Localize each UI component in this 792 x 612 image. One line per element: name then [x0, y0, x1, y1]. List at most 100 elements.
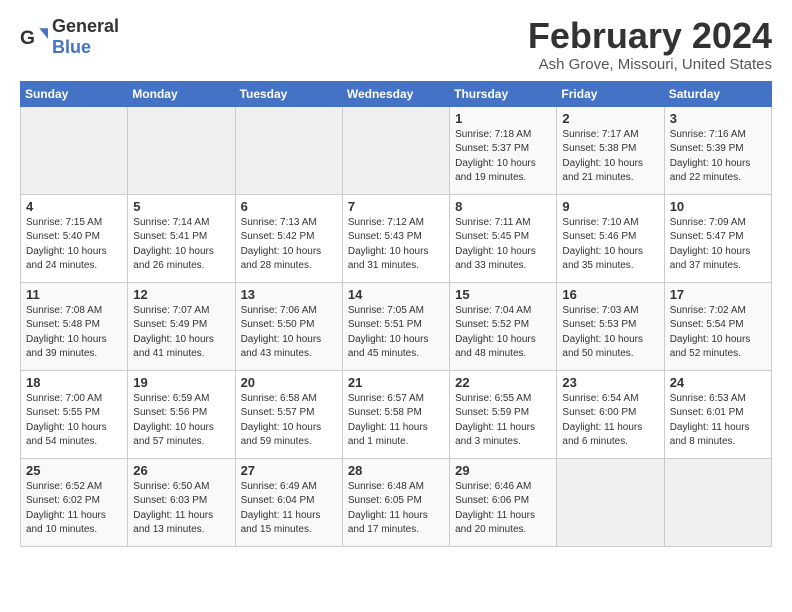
calendar-cell: 26 Sunrise: 6:50 AM Sunset: 6:03 PM Dayli… [128, 458, 235, 546]
day-info: Sunrise: 6:57 AM Sunset: 5:58 PM Dayligh… [348, 392, 444, 450]
header-day-friday: Friday [557, 81, 664, 106]
calendar-cell [557, 458, 664, 546]
calendar-cell: 7 Sunrise: 7:12 AM Sunset: 5:43 PM Daylig… [342, 194, 449, 282]
calendar-cell: 29Sunrise: 6:46 AM Sunset: 6:06 PM Dayli… [450, 458, 557, 546]
day-number: 1 [455, 111, 551, 126]
day-info: Sunrise: 6:58 AM Sunset: 5:57 PM Dayligh… [241, 392, 337, 450]
day-number: 6 [241, 199, 337, 214]
calendar-cell: 5Sunrise: 7:14 AM Sunset: 5:41 PM Daylig… [128, 194, 235, 282]
day-number: 14 [348, 287, 444, 302]
day-info: Sunrise: 7:07 AM Sunset: 5:49 PM Dayligh… [133, 304, 229, 362]
calendar-cell: 19 Sunrise: 6:59 AM Sunset: 5:56 PM Dayli… [128, 370, 235, 458]
calendar-cell: 27 Sunrise: 6:49 AM Sunset: 6:04 PM Dayli… [235, 458, 342, 546]
calendar-header-row: SundayMondayTuesdayWednesdayThursdayFrid… [21, 81, 772, 106]
day-info: Sunrise: 6:46 AM Sunset: 6:06 PM Dayligh… [455, 480, 551, 538]
calendar-week-2: 4 Sunrise: 7:15 AM Sunset: 5:40 PM Daylig… [21, 194, 772, 282]
logo-general-text: General [52, 16, 119, 36]
calendar-cell: 10 Sunrise: 7:09 AM Sunset: 5:47 PM Dayli… [664, 194, 771, 282]
day-number: 9 [562, 199, 658, 214]
calendar-cell [664, 458, 771, 546]
calendar-cell: 16 Sunrise: 7:03 AM Sunset: 5:53 PM Dayli… [557, 282, 664, 370]
calendar-cell: 21Sunrise: 6:57 AM Sunset: 5:58 PM Dayli… [342, 370, 449, 458]
day-number: 19 [133, 375, 229, 390]
calendar-week-3: 11 Sunrise: 7:08 AM Sunset: 5:48 PM Dayli… [21, 282, 772, 370]
svg-text:G: G [20, 28, 35, 49]
calendar-title: February 2024 [528, 16, 772, 56]
title-area: February 2024 Ash Grove, Missouri, Unite… [528, 16, 772, 73]
day-info: Sunrise: 6:49 AM Sunset: 6:04 PM Dayligh… [241, 480, 337, 538]
day-info: Sunrise: 7:04 AM Sunset: 5:52 PM Dayligh… [455, 304, 551, 362]
day-info: Sunrise: 7:18 AM Sunset: 5:37 PM Dayligh… [455, 128, 551, 186]
day-info: Sunrise: 7:15 AM Sunset: 5:40 PM Dayligh… [26, 216, 122, 274]
calendar-cell: 13Sunrise: 7:06 AM Sunset: 5:50 PM Dayli… [235, 282, 342, 370]
calendar-cell: 22 Sunrise: 6:55 AM Sunset: 5:59 PM Dayli… [450, 370, 557, 458]
calendar-cell: 2 Sunrise: 7:17 AM Sunset: 5:38 PM Daylig… [557, 106, 664, 194]
calendar-cell: 23 Sunrise: 6:54 AM Sunset: 6:00 PM Dayli… [557, 370, 664, 458]
calendar-cell: 3 Sunrise: 7:16 AM Sunset: 5:39 PM Daylig… [664, 106, 771, 194]
calendar-cell: 11 Sunrise: 7:08 AM Sunset: 5:48 PM Dayli… [21, 282, 128, 370]
day-number: 20 [241, 375, 337, 390]
day-number: 4 [26, 199, 122, 214]
day-number: 27 [241, 463, 337, 478]
day-info: Sunrise: 7:09 AM Sunset: 5:47 PM Dayligh… [670, 216, 766, 274]
day-info: Sunrise: 7:16 AM Sunset: 5:39 PM Dayligh… [670, 128, 766, 186]
calendar-cell: 24 Sunrise: 6:53 AM Sunset: 6:01 PM Dayli… [664, 370, 771, 458]
day-number: 17 [670, 287, 766, 302]
day-info: Sunrise: 7:12 AM Sunset: 5:43 PM Dayligh… [348, 216, 444, 274]
day-info: Sunrise: 6:59 AM Sunset: 5:56 PM Dayligh… [133, 392, 229, 450]
calendar-cell: 25 Sunrise: 6:52 AM Sunset: 6:02 PM Dayli… [21, 458, 128, 546]
day-info: Sunrise: 6:52 AM Sunset: 6:02 PM Dayligh… [26, 480, 122, 538]
day-number: 8 [455, 199, 551, 214]
day-number: 7 [348, 199, 444, 214]
calendar-cell [235, 106, 342, 194]
calendar-table: SundayMondayTuesdayWednesdayThursdayFrid… [20, 81, 772, 547]
day-number: 26 [133, 463, 229, 478]
logo: G General Blue [20, 16, 119, 58]
day-info: Sunrise: 7:03 AM Sunset: 5:53 PM Dayligh… [562, 304, 658, 362]
day-info: Sunrise: 6:53 AM Sunset: 6:01 PM Dayligh… [670, 392, 766, 450]
day-info: Sunrise: 7:10 AM Sunset: 5:46 PM Dayligh… [562, 216, 658, 274]
calendar-cell: 1 Sunrise: 7:18 AM Sunset: 5:37 PM Daylig… [450, 106, 557, 194]
day-info: Sunrise: 7:00 AM Sunset: 5:55 PM Dayligh… [26, 392, 122, 450]
header-day-saturday: Saturday [664, 81, 771, 106]
header-day-thursday: Thursday [450, 81, 557, 106]
day-info: Sunrise: 6:48 AM Sunset: 6:05 PM Dayligh… [348, 480, 444, 538]
calendar-cell: 20 Sunrise: 6:58 AM Sunset: 5:57 PM Dayli… [235, 370, 342, 458]
day-info: Sunrise: 6:50 AM Sunset: 6:03 PM Dayligh… [133, 480, 229, 538]
day-info: Sunrise: 6:54 AM Sunset: 6:00 PM Dayligh… [562, 392, 658, 450]
day-info: Sunrise: 7:11 AM Sunset: 5:45 PM Dayligh… [455, 216, 551, 274]
header-day-tuesday: Tuesday [235, 81, 342, 106]
calendar-cell [128, 106, 235, 194]
calendar-cell: 8 Sunrise: 7:11 AM Sunset: 5:45 PM Daylig… [450, 194, 557, 282]
logo-blue-text: Blue [52, 37, 91, 57]
day-number: 25 [26, 463, 122, 478]
calendar-cell: 14 Sunrise: 7:05 AM Sunset: 5:51 PM Dayli… [342, 282, 449, 370]
calendar-cell: 18 Sunrise: 7:00 AM Sunset: 5:55 PM Dayli… [21, 370, 128, 458]
calendar-subtitle: Ash Grove, Missouri, United States [528, 56, 772, 73]
day-info: Sunrise: 7:17 AM Sunset: 5:38 PM Dayligh… [562, 128, 658, 186]
calendar-cell: 12Sunrise: 7:07 AM Sunset: 5:49 PM Dayli… [128, 282, 235, 370]
day-number: 24 [670, 375, 766, 390]
calendar-cell [21, 106, 128, 194]
day-number: 2 [562, 111, 658, 126]
day-number: 5 [133, 199, 229, 214]
day-number: 11 [26, 287, 122, 302]
day-number: 22 [455, 375, 551, 390]
calendar-cell: 28Sunrise: 6:48 AM Sunset: 6:05 PM Dayli… [342, 458, 449, 546]
calendar-cell [342, 106, 449, 194]
calendar-cell: 17 Sunrise: 7:02 AM Sunset: 5:54 PM Dayli… [664, 282, 771, 370]
day-number: 23 [562, 375, 658, 390]
day-info: Sunrise: 7:05 AM Sunset: 5:51 PM Dayligh… [348, 304, 444, 362]
day-number: 3 [670, 111, 766, 126]
day-number: 18 [26, 375, 122, 390]
calendar-week-1: 1 Sunrise: 7:18 AM Sunset: 5:37 PM Daylig… [21, 106, 772, 194]
day-info: Sunrise: 7:08 AM Sunset: 5:48 PM Dayligh… [26, 304, 122, 362]
calendar-cell: 15Sunrise: 7:04 AM Sunset: 5:52 PM Dayli… [450, 282, 557, 370]
header: G General Blue February 2024 Ash Grove, … [20, 16, 772, 73]
day-number: 16 [562, 287, 658, 302]
day-number: 10 [670, 199, 766, 214]
logo-icon: G [20, 23, 48, 51]
calendar-week-5: 25 Sunrise: 6:52 AM Sunset: 6:02 PM Dayli… [21, 458, 772, 546]
day-info: Sunrise: 7:02 AM Sunset: 5:54 PM Dayligh… [670, 304, 766, 362]
day-info: Sunrise: 6:55 AM Sunset: 5:59 PM Dayligh… [455, 392, 551, 450]
